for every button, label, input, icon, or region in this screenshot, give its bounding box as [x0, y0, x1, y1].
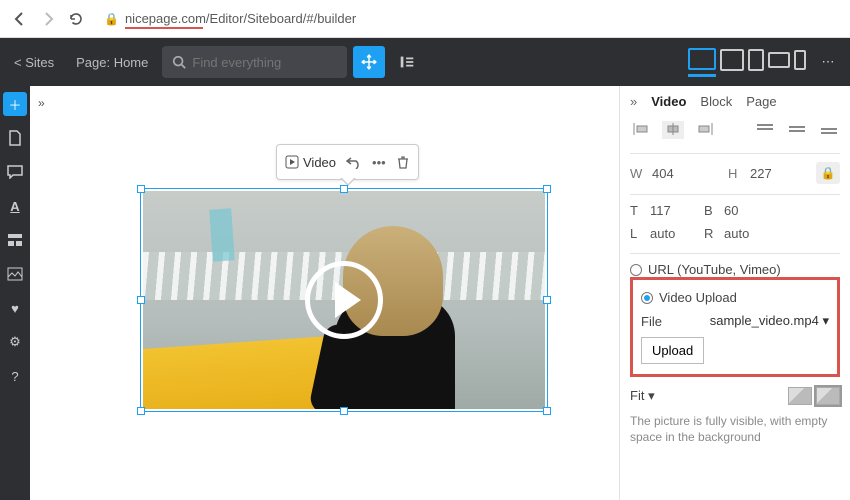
video-preview	[143, 191, 545, 409]
fit-label: Fit	[630, 388, 644, 403]
element-type-text: Video	[303, 155, 336, 170]
width-label: W	[630, 166, 646, 181]
browser-reload-button[interactable]	[66, 9, 86, 29]
url-text: nicepage.com/Editor/Siteboard/#/builder	[125, 11, 356, 26]
device-preview-group	[688, 48, 806, 77]
pos-r-value[interactable]: auto	[724, 226, 778, 241]
url-host: nicepage.com	[125, 11, 206, 26]
radio-on-icon	[641, 292, 653, 304]
file-label: File	[641, 314, 662, 329]
search-box[interactable]	[162, 46, 347, 78]
device-tablet-landscape-button[interactable]	[768, 52, 790, 68]
panel-collapse-button[interactable]: »	[630, 94, 637, 109]
align-left-button[interactable]	[630, 121, 652, 139]
source-upload-label: Video Upload	[659, 290, 737, 305]
resize-handle-tl[interactable]	[137, 185, 145, 193]
resize-handle-br[interactable]	[543, 407, 551, 415]
fit-option-cover[interactable]	[816, 387, 840, 405]
pos-b-value[interactable]: 60	[724, 203, 778, 218]
play-small-icon	[285, 155, 299, 169]
file-name-dropdown[interactable]: sample_video.mp4 ▾	[710, 313, 829, 329]
device-phone-button[interactable]	[794, 50, 806, 70]
source-url-label: URL (YouTube, Vimeo)	[648, 262, 781, 277]
search-icon	[172, 55, 186, 69]
lock-aspect-button[interactable]: 🔒	[816, 162, 840, 184]
fit-dropdown[interactable]: Fit ▾	[630, 388, 655, 404]
device-desktop-button[interactable]	[688, 48, 716, 70]
chevron-down-icon: ▾	[648, 388, 655, 403]
valign-middle-button[interactable]	[786, 121, 808, 139]
height-label: H	[728, 166, 744, 181]
tab-video[interactable]: Video	[651, 94, 686, 109]
resize-handle-ml[interactable]	[137, 296, 145, 304]
settings-icon[interactable]: ⚙	[3, 330, 27, 354]
resize-handle-tr[interactable]	[543, 185, 551, 193]
source-url-radio[interactable]: URL (YouTube, Vimeo)	[630, 262, 840, 277]
help-icon[interactable]: ?	[3, 364, 27, 388]
fit-description: The picture is fully visible, with empty…	[630, 413, 840, 445]
align-right-button[interactable]	[694, 121, 716, 139]
sites-back-link[interactable]: < Sites	[6, 55, 62, 70]
page-label[interactable]: Page: Home	[68, 55, 156, 70]
align-center-button[interactable]	[662, 121, 684, 139]
valign-bottom-button[interactable]	[818, 121, 840, 139]
pos-t-label: T	[630, 203, 650, 218]
browser-url-bar[interactable]: 🔒 nicepage.com/Editor/Siteboard/#/builde…	[104, 11, 356, 26]
fit-option-contain[interactable]	[788, 387, 812, 405]
canvas-expand-button[interactable]: »	[38, 96, 45, 110]
text-icon[interactable]: A	[3, 194, 27, 218]
search-input[interactable]	[192, 55, 332, 70]
file-name-text: sample_video.mp4	[710, 313, 819, 328]
resize-handle-mr[interactable]	[543, 296, 551, 304]
lock-icon: 🔒	[104, 12, 119, 26]
trash-icon[interactable]	[396, 155, 410, 169]
pos-b-label: B	[704, 203, 724, 218]
browser-back-button[interactable]	[10, 9, 30, 29]
pos-t-value[interactable]: 117	[650, 203, 704, 218]
upload-highlight: Video Upload File sample_video.mp4 ▾ Upl…	[630, 277, 840, 377]
url-path: /Editor/Siteboard/#/builder	[206, 11, 356, 26]
element-type-label[interactable]: Video	[285, 155, 336, 170]
resize-handle-bl[interactable]	[137, 407, 145, 415]
chevron-down-icon: ▾	[822, 313, 829, 328]
favorite-icon[interactable]: ♥	[3, 296, 27, 320]
width-value[interactable]: 404	[652, 166, 696, 181]
tab-page[interactable]: Page	[746, 94, 776, 109]
url-highlight	[125, 27, 203, 29]
more-icon[interactable]: •••	[372, 155, 386, 170]
pos-l-value[interactable]: auto	[650, 226, 704, 241]
upload-button[interactable]: Upload	[641, 337, 704, 364]
pos-l-label: L	[630, 226, 650, 241]
device-laptop-button[interactable]	[720, 49, 744, 71]
resize-handle-bm[interactable]	[340, 407, 348, 415]
resize-handle-tm[interactable]	[340, 185, 348, 193]
device-tablet-button[interactable]	[748, 49, 764, 71]
outline-tool-button[interactable]	[391, 46, 423, 78]
move-tool-button[interactable]	[353, 46, 385, 78]
layout-icon[interactable]	[3, 228, 27, 252]
play-icon[interactable]	[305, 261, 383, 339]
image-icon[interactable]	[3, 262, 27, 286]
height-value[interactable]: 227	[750, 166, 794, 181]
pos-r-label: R	[704, 226, 724, 241]
video-element[interactable]	[140, 188, 548, 412]
add-button[interactable]: ＋	[3, 92, 27, 116]
undo-icon[interactable]	[346, 155, 362, 169]
valign-top-button[interactable]	[754, 121, 776, 139]
left-toolbar: ＋ A ♥ ⚙ ?	[0, 86, 30, 500]
properties-panel: » Video Block Page W 404 H 227 🔒	[620, 86, 850, 500]
source-upload-radio[interactable]: Video Upload	[641, 290, 829, 305]
more-menu-button[interactable]: ⋯	[812, 46, 844, 78]
browser-forward-button[interactable]	[38, 9, 58, 29]
radio-off-icon	[630, 264, 642, 276]
page-icon[interactable]	[3, 126, 27, 150]
element-toolbar: Video •••	[276, 144, 419, 180]
canvas[interactable]: » Video •••	[30, 86, 620, 500]
tab-block[interactable]: Block	[700, 94, 732, 109]
comment-icon[interactable]	[3, 160, 27, 184]
